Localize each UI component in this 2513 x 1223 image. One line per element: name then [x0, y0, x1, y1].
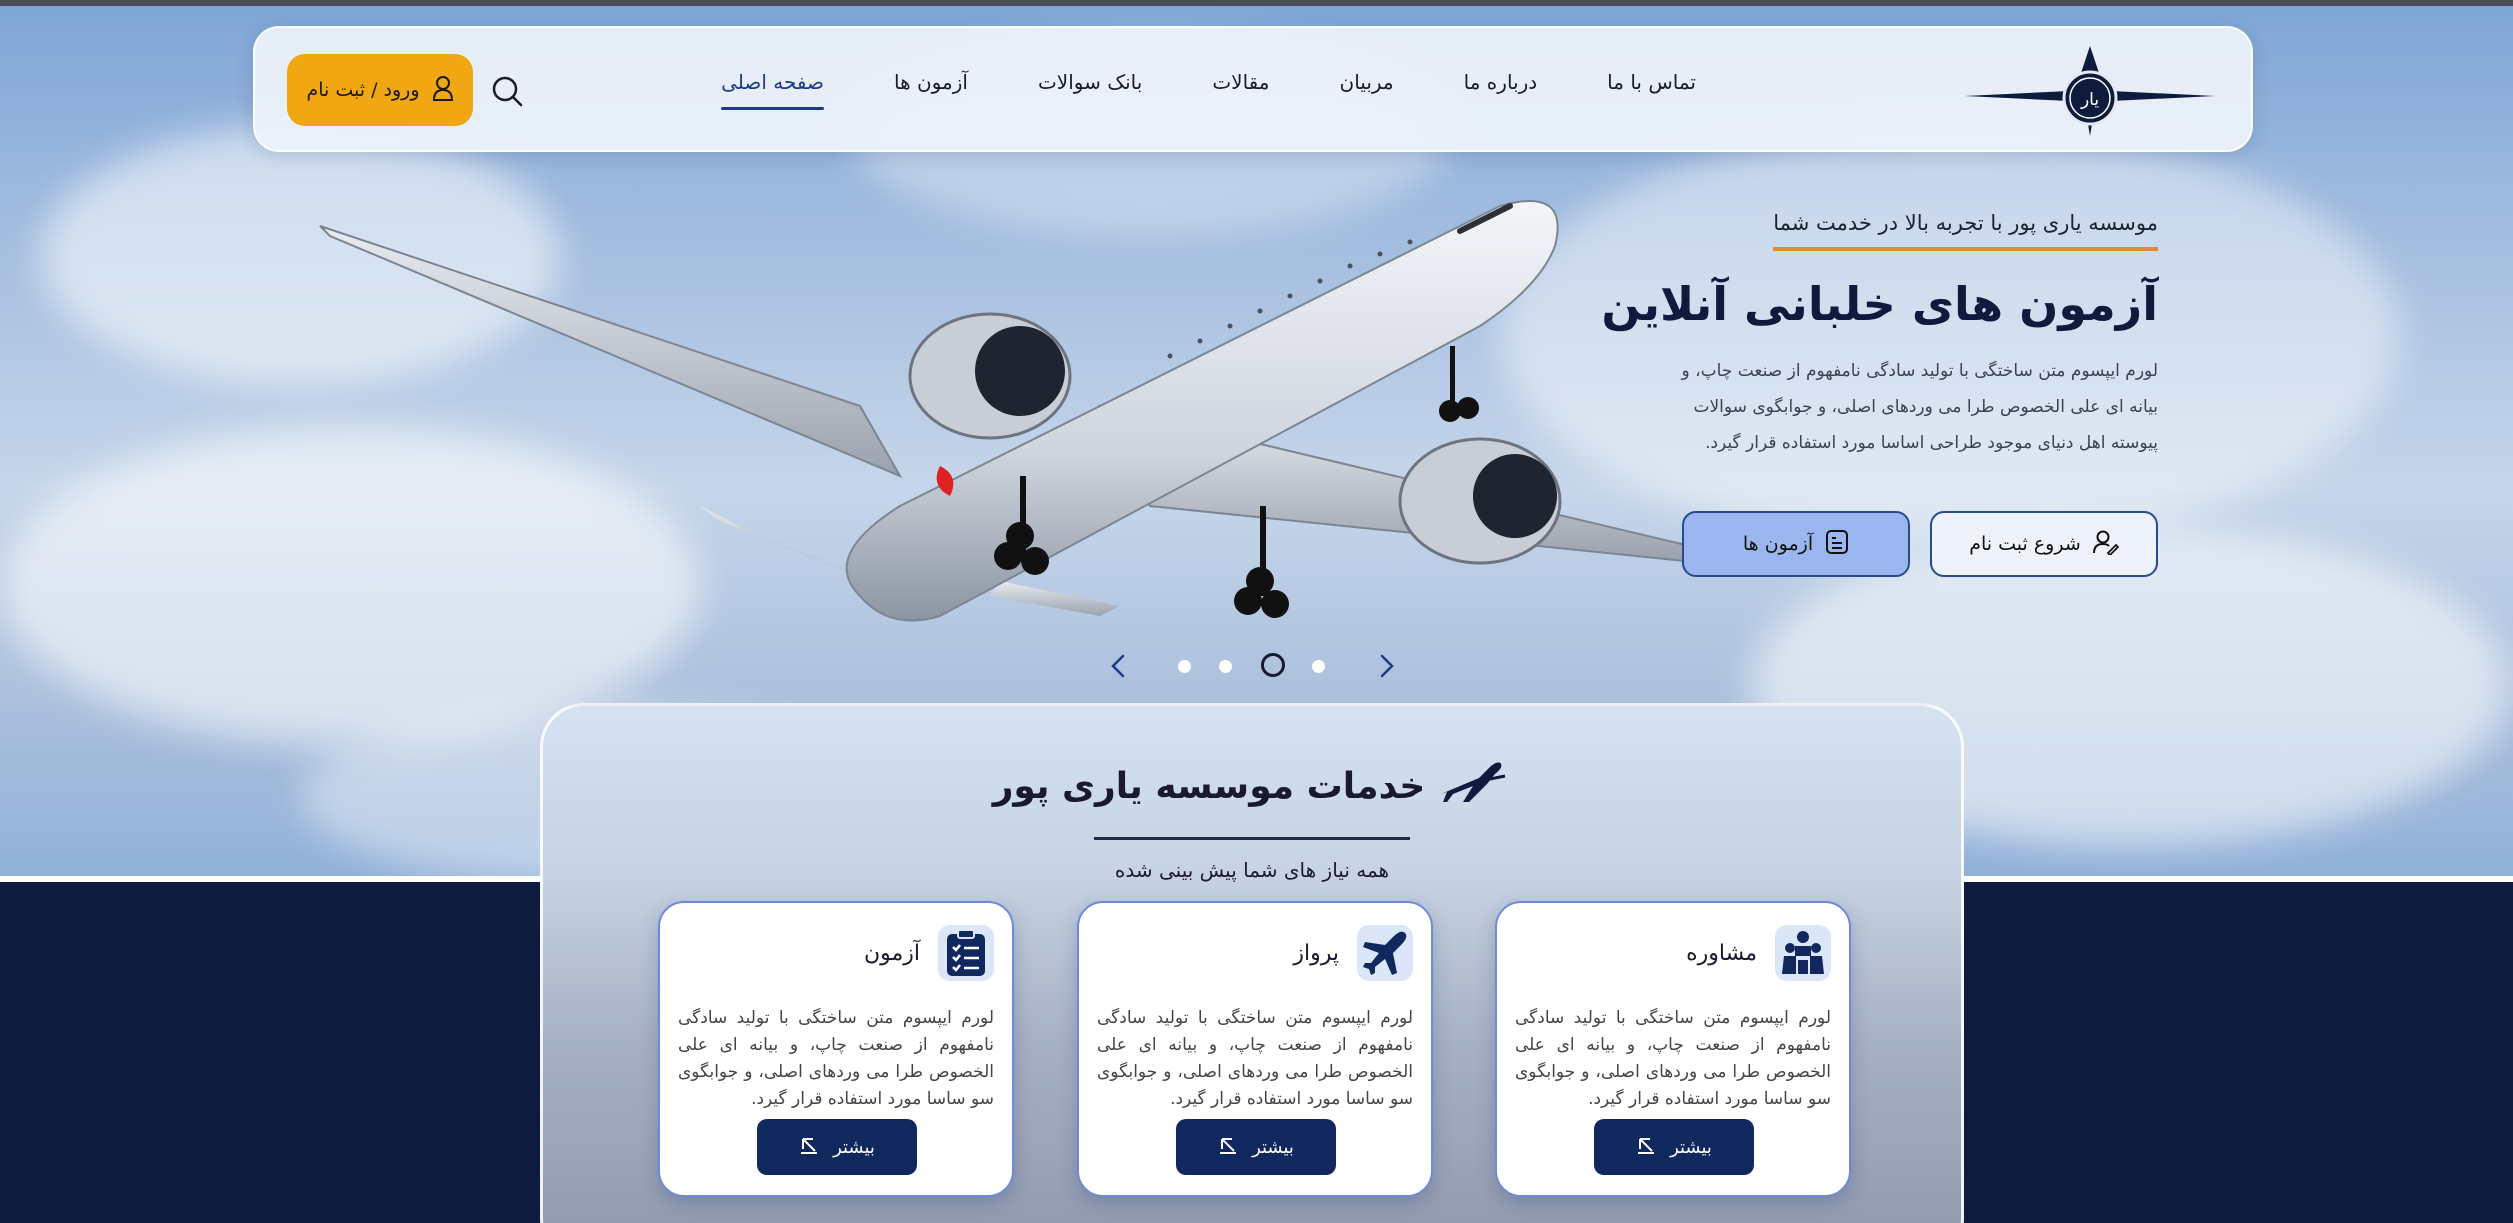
menu-item-question-bank[interactable]: بانک سوالات	[1038, 70, 1142, 110]
logo-mark-text: یار	[2080, 90, 2099, 110]
more-button[interactable]: بیشتر	[757, 1119, 917, 1175]
hero-content: موسسه یاری پور با تجربه بالا در خدمت شما…	[1601, 211, 2158, 461]
slider-controls	[1105, 646, 1405, 686]
hero-tagline: موسسه یاری پور با تجربه بالا در خدمت شما	[1773, 211, 2158, 251]
airplane-icon	[1357, 925, 1413, 981]
hero-description: لورم ایپسوم متن ساختگی با تولید سادگی نا…	[1681, 361, 2158, 453]
arrow-up-left-icon	[1636, 1135, 1656, 1160]
menu-item-about[interactable]: درباره ما	[1464, 70, 1538, 110]
exams-button-label: آزمون ها	[1742, 533, 1814, 555]
slider-dot-active[interactable]	[1261, 653, 1285, 677]
menu-item-exams[interactable]: آزمون ها	[894, 70, 968, 110]
main-menu: صفحه اصلی آزمون ها بانک سوالات مقالات مر…	[721, 70, 1696, 110]
card-description: لورم ایپسوم متن ساختگی با تولید سادگی نا…	[1097, 1008, 1413, 1109]
consultation-icon	[1775, 925, 1831, 981]
menu-item-articles[interactable]: مقالات	[1212, 70, 1269, 110]
exams-button[interactable]: آزمون ها	[1682, 511, 1910, 577]
logo-compass-icon: یار	[1965, 46, 2215, 136]
menu-item-contact[interactable]: تماس با ما	[1607, 70, 1696, 110]
service-card-flight: پرواز لورم ایپسوم متن ساختگی با تولید سا…	[1077, 901, 1433, 1197]
login-label: ورود / ثبت نام	[306, 79, 420, 101]
start-registration-label: شروع ثبت نام	[1969, 533, 2081, 555]
search-icon[interactable]	[490, 74, 524, 108]
service-card-consultation: مشاوره لورم ایپسوم متن ساختگی با تولید س…	[1495, 901, 1851, 1197]
hero-title: آزمون های خلبانی آنلاین	[1601, 277, 2158, 331]
more-button-label: بیشتر	[1252, 1136, 1294, 1158]
services-title-underline	[1094, 837, 1410, 840]
document-icon	[1825, 529, 1849, 560]
card-title: آزمون	[863, 940, 920, 966]
card-title: پرواز	[1293, 940, 1339, 966]
slider-next-icon[interactable]	[1372, 652, 1400, 680]
card-description: لورم ایپسوم متن ساختگی با تولید سادگی نا…	[1515, 1008, 1831, 1109]
more-button-label: بیشتر	[1670, 1136, 1712, 1158]
logo[interactable]: یار	[1965, 46, 2215, 136]
card-title: مشاوره	[1686, 940, 1757, 966]
services-header: خدمات موسسه یاری پور همه نیاز های شما پی…	[543, 758, 1961, 882]
services-title: خدمات موسسه یاری پور	[992, 766, 1426, 807]
service-card-exam: آزمون لورم ایپسوم متن ساختگی با تولید سا…	[658, 901, 1014, 1197]
clipboard-icon	[938, 925, 994, 981]
user-edit-icon	[2092, 529, 2120, 560]
arrow-up-left-icon	[799, 1135, 819, 1160]
menu-item-instructors[interactable]: مربیان	[1340, 70, 1394, 110]
menu-item-home[interactable]: صفحه اصلی	[721, 70, 824, 110]
slider-dot[interactable]	[1219, 660, 1232, 673]
login-register-button[interactable]: ورود / ثبت نام	[287, 54, 473, 126]
airplane-icon	[1439, 758, 1511, 815]
slider-dot[interactable]	[1312, 660, 1325, 673]
slider-dot[interactable]	[1178, 660, 1191, 673]
start-registration-button[interactable]: شروع ثبت نام	[1930, 511, 2158, 577]
arrow-up-left-icon	[1218, 1135, 1238, 1160]
airplane-image	[319, 200, 1692, 622]
services-subtitle: همه نیاز های شما پیش بینی شده	[1114, 858, 1390, 882]
services-section: خدمات موسسه یاری پور همه نیاز های شما پی…	[540, 703, 1964, 1223]
more-button[interactable]: بیشتر	[1176, 1119, 1336, 1175]
slider-prev-icon[interactable]	[1105, 652, 1133, 680]
hero-buttons: شروع ثبت نام آزمون ها	[1682, 511, 2158, 577]
user-icon	[432, 75, 454, 106]
card-description: لورم ایپسوم متن ساختگی با تولید سادگی نا…	[678, 1008, 994, 1109]
more-button-label: بیشتر	[833, 1136, 875, 1158]
more-button[interactable]: بیشتر	[1594, 1119, 1754, 1175]
navbar: یار صفحه اصلی آزمون ها بانک سوالات مقالا…	[253, 26, 2253, 152]
